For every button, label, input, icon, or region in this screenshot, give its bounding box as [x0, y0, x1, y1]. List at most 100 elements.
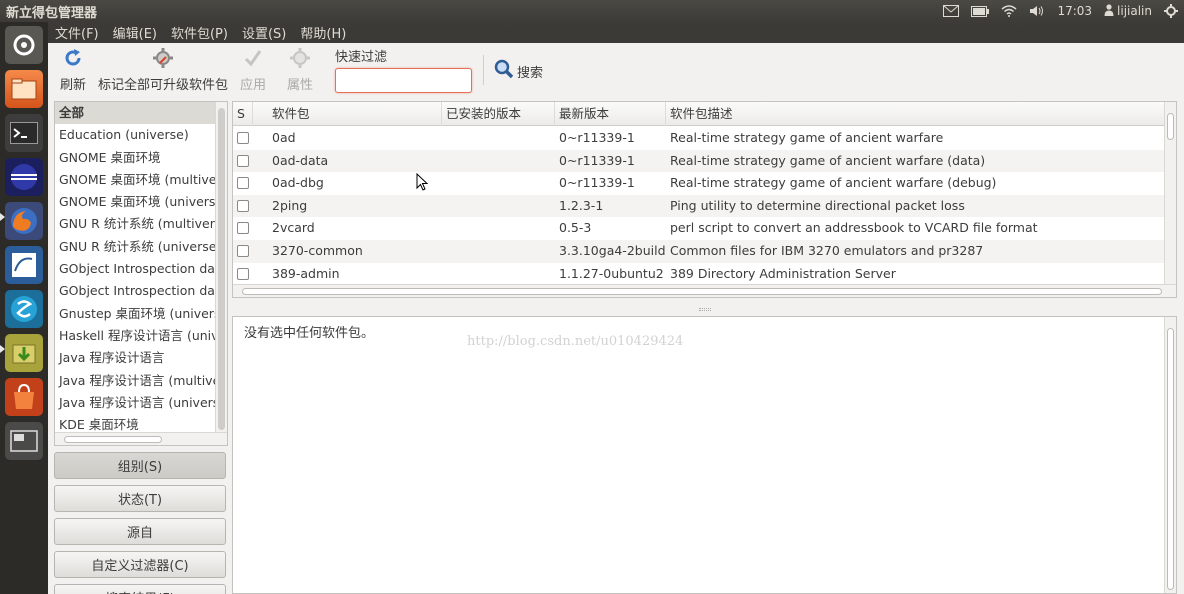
menu-package[interactable]: 软件包(P): [164, 23, 235, 42]
category-item[interactable]: GNU R 统计系统 (multiverse): [55, 213, 215, 235]
details-vertical-scrollbar[interactable]: [1164, 317, 1176, 593]
mark-all-upgrades-button[interactable]: 标记全部可升级软件包: [98, 47, 228, 93]
workspace-switcher-icon[interactable]: [5, 422, 43, 460]
properties-button[interactable]: 属性: [287, 47, 313, 93]
software-center-icon[interactable]: [5, 378, 43, 416]
files-icon[interactable]: [5, 70, 43, 108]
category-item[interactable]: GObject Introspection data: [55, 280, 215, 302]
cell-latest-version: 0~r11339-1: [559, 175, 635, 191]
quick-filter-label: 快速过滤: [335, 50, 388, 65]
eclipse-icon[interactable]: [5, 158, 43, 196]
mysql-workbench-icon[interactable]: [5, 246, 43, 284]
gear-icon[interactable]: [1164, 4, 1178, 18]
synaptic-style-icon[interactable]: [5, 290, 43, 328]
search-results-button[interactable]: 搜索结果(F): [54, 584, 226, 594]
menu-settings[interactable]: 设置(S): [235, 23, 293, 42]
cell-description: perl script to convert an addressbook to…: [670, 220, 1038, 236]
quick-filter-input[interactable]: [335, 68, 472, 93]
refresh-label: 刷新: [60, 78, 87, 93]
dash-home-icon[interactable]: [5, 26, 43, 64]
details-pane: 没有选中任何软件包。 http://blog.csdn.net/u0104294…: [232, 316, 1177, 594]
package-checkbox[interactable]: [237, 199, 249, 212]
table-row[interactable]: 2vcard 0.5-3 perl script to convert an add…: [233, 217, 1165, 240]
package-checkbox[interactable]: [237, 267, 249, 280]
cell-description: Ping utility to determine directional pa…: [670, 197, 965, 213]
category-item[interactable]: Java 程序设计语言 (universe): [55, 392, 215, 414]
scrollbar-thumb[interactable]: [1167, 113, 1174, 140]
sections-button[interactable]: 组别(S): [54, 452, 226, 479]
category-horizontal-scrollbar[interactable]: [55, 432, 227, 445]
search-label: 搜索: [517, 65, 544, 81]
table-row[interactable]: 0ad-dbg 0~r11339-1 Real-time strategy game…: [233, 172, 1165, 195]
column-header-description[interactable]: 软件包描述: [666, 102, 1165, 126]
wifi-icon[interactable]: [1001, 5, 1017, 17]
firefox-icon[interactable]: [5, 202, 43, 240]
window-title: 新立得包管理器: [6, 6, 98, 21]
scrollbar-thumb[interactable]: [1167, 328, 1174, 590]
status-button[interactable]: 状态(T): [54, 485, 226, 512]
apply-label: 应用: [240, 78, 267, 93]
package-checkbox[interactable]: [237, 132, 249, 144]
cell-installed-version: [442, 150, 555, 173]
category-item[interactable]: GNOME 桌面环境: [55, 147, 215, 169]
apply-button[interactable]: 应用: [240, 47, 266, 93]
pane-splitter[interactable]: [232, 305, 1177, 314]
package-checkbox[interactable]: [237, 245, 249, 257]
category-vertical-scrollbar[interactable]: [215, 102, 227, 432]
battery-icon[interactable]: [971, 5, 990, 17]
table-row[interactable]: 2ping 1.2.3-1 Ping utility to determine di…: [233, 194, 1165, 218]
category-item[interactable]: Gnustep 桌面环境 (universe): [55, 303, 215, 325]
watermark-text: http://blog.csdn.net/u010429424: [467, 334, 684, 349]
indicator-area: 17:03 lijialin: [943, 0, 1178, 22]
table-header: S 软件包 已安装的版本 最新版本 软件包描述: [233, 102, 1165, 126]
user-menu[interactable]: lijialin: [1104, 3, 1152, 19]
table-row[interactable]: 3270-common 3.3.10ga4-2build2 Common files…: [233, 240, 1165, 263]
column-header-status[interactable]: S: [233, 102, 253, 126]
category-item[interactable]: GNOME 桌面环境 (universe): [55, 191, 215, 213]
table-vertical-scrollbar[interactable]: [1164, 102, 1176, 285]
scrollbar-thumb[interactable]: [218, 108, 225, 430]
package-checkbox[interactable]: [237, 222, 249, 235]
scrollbar-thumb[interactable]: [64, 436, 162, 443]
menu-help[interactable]: 帮助(H): [293, 23, 353, 42]
origin-button[interactable]: 源自: [54, 518, 226, 545]
package-table: S 软件包 已安装的版本 最新版本 软件包描述 0ad 0~r11339-1 Rea…: [232, 101, 1177, 298]
table-row[interactable]: 389-admin 1.1.27-0ubuntu2 389 Directory Ad…: [233, 263, 1165, 286]
scrollbar-thumb[interactable]: [242, 288, 1162, 295]
column-header-latest[interactable]: 最新版本: [555, 102, 666, 126]
category-item[interactable]: Education (universe): [55, 124, 215, 146]
category-item[interactable]: Java 程序设计语言 (multiverse): [55, 370, 215, 392]
top-panel: 新立得包管理器 17:03 lijialin: [0, 0, 1184, 22]
category-item[interactable]: Haskell 程序设计语言 (universe): [55, 325, 215, 347]
volume-icon[interactable]: [1029, 5, 1045, 17]
mail-icon[interactable]: [943, 5, 960, 17]
custom-filters-button[interactable]: 自定义过滤器(C): [54, 551, 226, 578]
cell-package-name: 0ad-data: [272, 152, 329, 168]
terminal-icon[interactable]: [5, 114, 43, 152]
column-header-package[interactable]: 软件包: [268, 102, 442, 126]
search-button[interactable]: 搜索: [494, 59, 543, 83]
category-item[interactable]: GNU R 统计系统 (universe): [55, 236, 215, 258]
menu-file[interactable]: 文件(F): [48, 23, 106, 42]
menu-edit[interactable]: 编辑(E): [106, 23, 164, 42]
package-checkbox[interactable]: [237, 177, 249, 190]
cell-description: Common files for IBM 3270 emulators and …: [670, 243, 984, 258]
toolbar: 刷新 标记全部可升级软件包 应用 属性 快速过滤 搜索: [48, 43, 1184, 99]
toolbar-separator: [483, 55, 484, 85]
category-item[interactable]: 全部: [55, 102, 215, 125]
table-row[interactable]: 0ad 0~r11339-1 Real-time strategy game of …: [233, 127, 1165, 150]
clock[interactable]: 17:03: [1057, 4, 1092, 18]
category-item[interactable]: GObject Introspection data: [55, 258, 215, 280]
category-item[interactable]: Java 程序设计语言: [55, 347, 215, 369]
package-checkbox[interactable]: [237, 154, 249, 167]
cell-description: Real-time strategy game of ancient warfa…: [670, 130, 944, 145]
refresh-button[interactable]: 刷新: [60, 47, 86, 93]
properties-gear-icon: [289, 47, 311, 69]
table-row[interactable]: 0ad-data 0~r11339-1 Real-time strategy gam…: [233, 149, 1165, 173]
category-item[interactable]: GNOME 桌面环境 (multiverse): [55, 169, 215, 191]
cell-package-name: 2ping: [272, 197, 308, 213]
column-header-installed[interactable]: 已安装的版本: [442, 102, 555, 126]
table-horizontal-scrollbar[interactable]: [233, 284, 1176, 297]
mark-all-upgrades-label: 标记全部可升级软件包: [98, 78, 229, 93]
package-manager-icon[interactable]: [5, 334, 43, 372]
